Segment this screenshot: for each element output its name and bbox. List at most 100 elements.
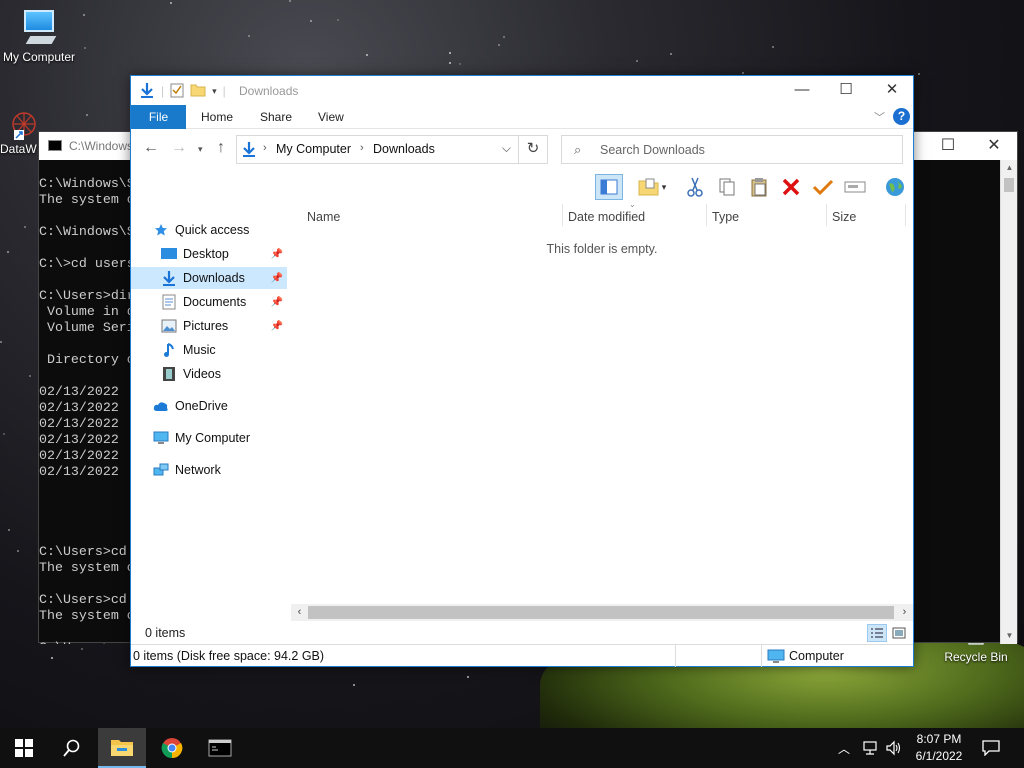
pin-icon[interactable]: 📌	[271, 249, 283, 260]
copy-icon[interactable]	[713, 174, 741, 200]
console-close-button[interactable]: ✕	[971, 136, 1017, 158]
column-header-size[interactable]: Size	[832, 206, 856, 228]
taskbar-file-explorer[interactable]	[98, 728, 146, 768]
breadcrumb-downloads[interactable]: Downloads	[373, 142, 435, 156]
recent-locations-icon[interactable]: ▾	[198, 144, 203, 155]
desktop-icon-label: Recycle Bin	[944, 650, 1008, 664]
volume-icon[interactable]	[885, 728, 903, 768]
scroll-thumb[interactable]	[308, 606, 894, 619]
tab-share[interactable]: Share	[246, 105, 306, 129]
delete-icon[interactable]	[777, 174, 805, 200]
taskbar-chrome[interactable]	[148, 728, 196, 768]
taskbar-command-prompt[interactable]	[196, 728, 244, 768]
desktop-icon-dataw[interactable]: DataW	[0, 108, 40, 156]
nav-label: Network	[175, 463, 221, 477]
maximize-button[interactable]: ☐	[823, 76, 869, 105]
action-center-button[interactable]	[978, 728, 1004, 768]
chevron-right-icon[interactable]: ›	[263, 142, 267, 154]
network-tray-icon[interactable]	[861, 728, 879, 768]
desktop-icon-my-computer[interactable]: My Computer	[0, 8, 78, 64]
nav-my-computer[interactable]: My Computer	[131, 427, 287, 449]
computer-icon	[18, 8, 60, 48]
star	[7, 251, 9, 253]
scroll-thumb[interactable]	[1004, 178, 1014, 192]
column-separator[interactable]	[562, 204, 563, 226]
column-separator[interactable]	[905, 204, 906, 226]
checkmark-icon[interactable]	[809, 174, 837, 200]
horizontal-scrollbar[interactable]: ‹ ›	[291, 604, 913, 621]
search-icon	[63, 739, 80, 757]
pin-icon[interactable]: 📌	[271, 297, 283, 308]
tab-home[interactable]: Home	[187, 105, 247, 129]
customize-qat-icon[interactable]: ▾	[212, 86, 217, 97]
quick-access-toolbar: | ▾ |	[139, 82, 226, 100]
clock[interactable]: 8:07 PM 6/1/2022	[908, 731, 970, 765]
help-icon[interactable]: ?	[893, 108, 910, 125]
console-scrollbar[interactable]: ▲ ▼	[1000, 160, 1017, 644]
search-input[interactable]	[600, 141, 890, 159]
large-icons-view-icon[interactable]	[889, 624, 909, 642]
star	[449, 62, 451, 64]
nav-videos[interactable]: Videos	[131, 363, 287, 385]
nav-label: OneDrive	[175, 399, 228, 413]
explorer-titlebar[interactable]: | ▾ | Downloads — ☐ ✕	[131, 76, 913, 105]
star	[742, 72, 744, 74]
refresh-button[interactable]: ↻	[518, 135, 547, 164]
details-view-icon[interactable]	[867, 624, 887, 642]
nav-downloads[interactable]: Downloads 📌	[131, 267, 287, 289]
chevron-up-icon[interactable]: ︿	[838, 740, 850, 757]
nav-label: Downloads	[183, 271, 245, 285]
expand-ribbon-icon[interactable]: ﹀	[874, 109, 885, 125]
scroll-down-icon[interactable]: ▼	[1001, 628, 1018, 644]
start-button[interactable]	[0, 728, 48, 768]
navigation-bar: ← → ▾ ↑ › My Computer › Downloads ⌵ ↻ ⌕	[131, 132, 913, 166]
folder-icon	[111, 740, 133, 756]
star	[17, 550, 19, 552]
nav-desktop[interactable]: Desktop 📌	[131, 243, 287, 265]
file-list[interactable]: Name ⌄ Date modified Type Size This fold…	[291, 200, 913, 604]
dropdown-arrow-icon[interactable]: ▾	[657, 174, 671, 200]
column-header-type[interactable]: Type	[712, 206, 739, 228]
star	[24, 226, 26, 228]
column-separator[interactable]	[826, 204, 827, 226]
new-folder-icon[interactable]	[190, 82, 206, 101]
chevron-right-icon[interactable]: ›	[360, 142, 364, 154]
properties-icon[interactable]	[170, 82, 184, 101]
column-header-date-modified[interactable]: Date modified	[568, 206, 645, 228]
cut-icon[interactable]	[681, 174, 709, 200]
nav-music[interactable]: Music	[131, 339, 287, 361]
star-icon	[153, 222, 169, 238]
preview-pane-icon[interactable]	[595, 174, 623, 200]
address-bar[interactable]: › My Computer › Downloads ⌵	[236, 135, 548, 164]
pin-icon[interactable]: 📌	[271, 273, 283, 284]
search-button[interactable]	[48, 728, 96, 768]
scroll-left-icon[interactable]: ‹	[291, 604, 308, 621]
file-explorer-window[interactable]: | ▾ | Downloads — ☐ ✕ File Home Share Vi…	[130, 75, 914, 667]
column-separator[interactable]	[706, 204, 707, 226]
back-arrow-icon[interactable]: ←	[143, 139, 159, 157]
globe-icon[interactable]	[881, 174, 909, 200]
search-box[interactable]: ⌕	[561, 135, 903, 164]
nav-network[interactable]: Network	[131, 459, 287, 481]
console-maximize-button[interactable]: ☐	[925, 136, 971, 158]
minimize-button[interactable]: —	[779, 76, 825, 105]
nav-quick-access[interactable]: Quick access	[131, 219, 287, 241]
close-button[interactable]: ✕	[869, 76, 915, 105]
nav-documents[interactable]: Documents 📌	[131, 291, 287, 313]
chevron-down-icon[interactable]: ⌵	[502, 141, 511, 156]
nav-pictures[interactable]: Pictures 📌	[131, 315, 287, 337]
scroll-right-icon[interactable]: ›	[896, 604, 913, 621]
show-hidden-icons[interactable]: ︿	[838, 728, 850, 768]
nav-onedrive[interactable]: OneDrive	[131, 395, 287, 417]
legacy-toolbar: ▾	[591, 172, 913, 202]
tab-file[interactable]: File	[131, 105, 186, 129]
pin-icon[interactable]: 📌	[271, 321, 283, 332]
breadcrumb-my-computer[interactable]: My Computer	[276, 142, 351, 156]
tab-view[interactable]: View	[304, 105, 358, 129]
rename-icon[interactable]	[841, 174, 869, 200]
forward-arrow-icon[interactable]: →	[171, 139, 187, 157]
scroll-up-icon[interactable]: ▲	[1001, 160, 1018, 176]
paste-icon[interactable]	[745, 174, 773, 200]
column-header-name[interactable]: Name	[307, 206, 340, 228]
up-arrow-icon[interactable]: ↑	[217, 139, 225, 157]
